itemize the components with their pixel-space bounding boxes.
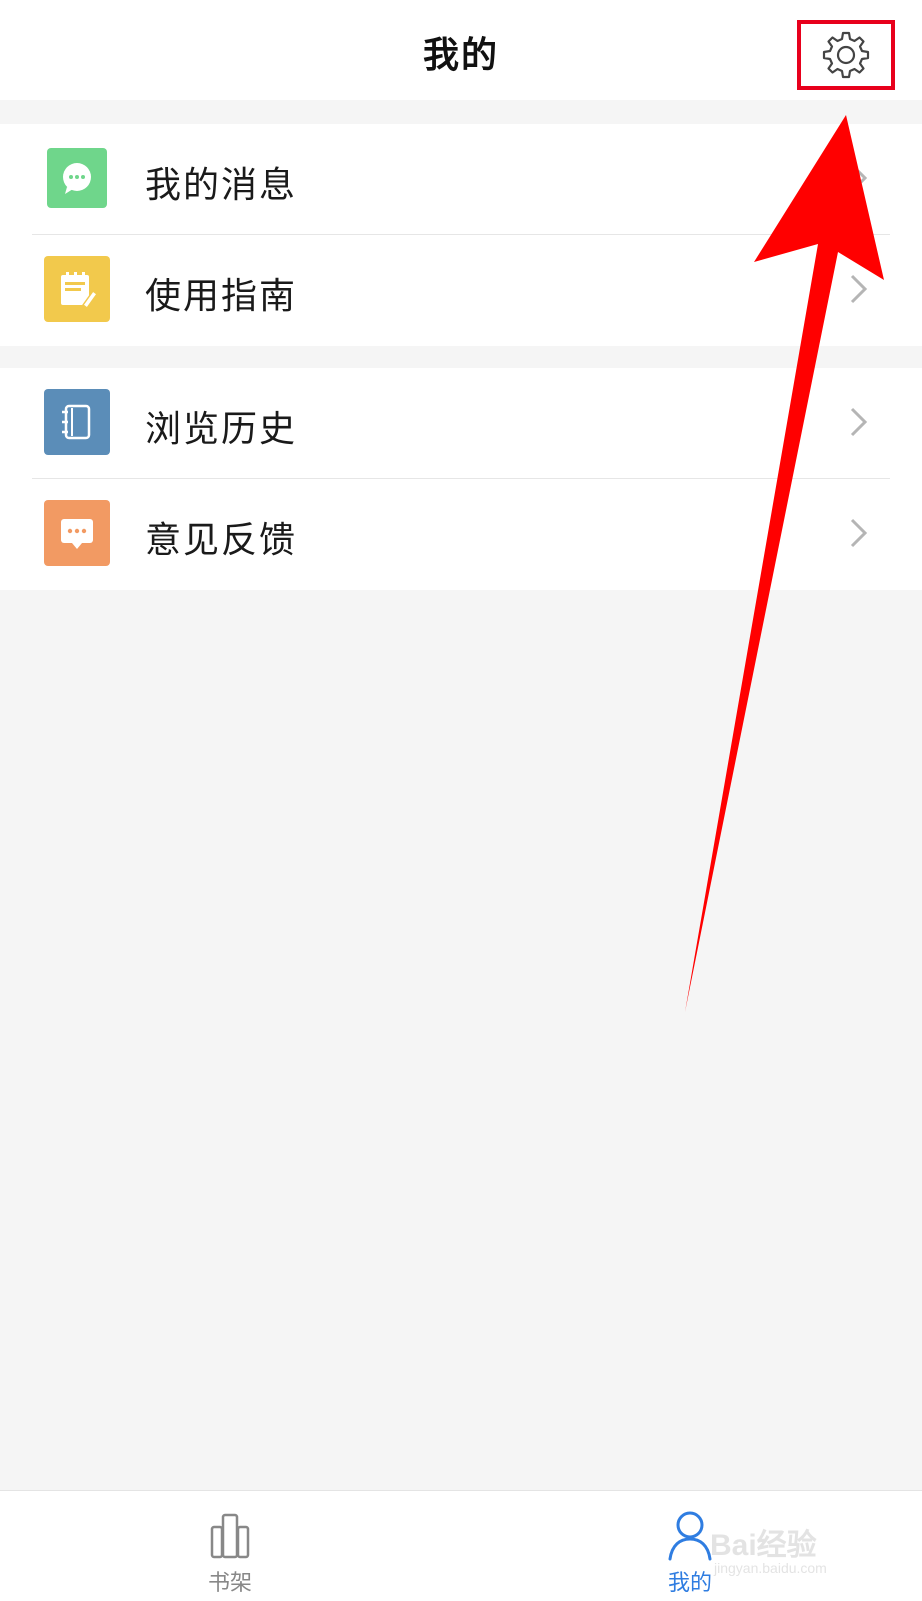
- watermark-text: Bai经验: [710, 1529, 817, 1562]
- menu-item-messages[interactable]: 我的消息: [0, 124, 922, 235]
- tab-label: 书架: [207, 1571, 252, 1596]
- menu-item-feedback[interactable]: 意见反馈: [0, 479, 922, 590]
- menu-group-1: 我的消息 使用指南: [0, 124, 922, 346]
- menu-item-label: 我的消息: [145, 165, 298, 206]
- watermark-url: jingyan.baidu.com: [714, 1560, 827, 1576]
- user-icon: [668, 1511, 712, 1561]
- gear-icon: [822, 31, 870, 79]
- feedback-icon: [44, 500, 110, 566]
- chevron-right-icon: [850, 163, 868, 193]
- page-title: 我的: [422, 35, 499, 76]
- watermark: Bai经验 jingyan.baidu.com: [710, 1496, 880, 1586]
- tab-bookshelf[interactable]: 书架: [150, 1491, 310, 1601]
- menu-item-history[interactable]: 浏览历史: [0, 368, 922, 479]
- settings-button[interactable]: [797, 20, 895, 90]
- chevron-right-icon: [850, 274, 868, 304]
- message-icon: [47, 148, 107, 208]
- menu-item-label: 浏览历史: [145, 409, 298, 450]
- top-bar: 我的: [0, 0, 922, 100]
- menu-item-label: 意见反馈: [145, 520, 298, 561]
- guide-icon: [44, 256, 110, 322]
- menu-item-label: 使用指南: [145, 276, 298, 317]
- bookshelf-icon: [210, 1513, 250, 1559]
- chevron-right-icon: [850, 518, 868, 548]
- menu-item-guide[interactable]: 使用指南: [0, 235, 922, 346]
- history-icon: [44, 389, 110, 455]
- menu-group-2: 浏览历史 意见反馈: [0, 368, 922, 590]
- chevron-right-icon: [850, 407, 868, 437]
